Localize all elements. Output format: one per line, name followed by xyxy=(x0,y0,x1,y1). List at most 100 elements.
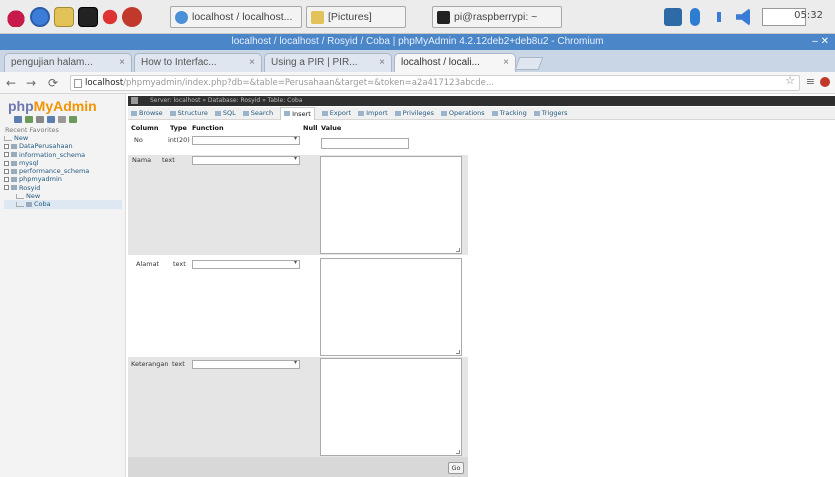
expand-icon[interactable] xyxy=(4,143,9,149)
collapse-nav-icon[interactable] xyxy=(131,97,138,104)
value-textarea[interactable] xyxy=(320,358,462,456)
tab-triggers[interactable]: Triggers xyxy=(533,109,568,117)
tab-insert[interactable]: Insert xyxy=(280,106,315,120)
expand-icon[interactable] xyxy=(4,177,9,183)
terminal-icon xyxy=(437,10,450,24)
bookmark-star-icon[interactable]: ☆ xyxy=(785,74,795,87)
go-button[interactable]: Go xyxy=(448,462,464,474)
file-manager-icon[interactable] xyxy=(54,7,74,27)
table-icon xyxy=(26,202,32,208)
new-tab-button[interactable] xyxy=(514,57,544,70)
tab-tracking[interactable]: Tracking xyxy=(491,109,527,117)
tree-item-phpmyadmin[interactable]: phpmyadmin xyxy=(4,175,122,183)
resize-handle[interactable] xyxy=(456,450,460,454)
window-controls[interactable]: – ✕ xyxy=(812,34,829,50)
docs-icon[interactable] xyxy=(47,116,55,123)
wolfram-icon[interactable] xyxy=(100,7,120,27)
database-icon xyxy=(11,185,17,191)
browser-tab[interactable]: Using a PIR | PIR... × xyxy=(264,53,392,72)
browser-tab-active[interactable]: localhost / locali... × xyxy=(394,53,516,72)
close-icon[interactable]: × xyxy=(119,57,125,68)
browser-tab[interactable]: How to Interfac... × xyxy=(134,53,262,72)
tab-label: Operations xyxy=(448,109,485,117)
mathematica-icon[interactable] xyxy=(122,7,142,27)
function-select[interactable] xyxy=(192,155,300,165)
tree-item-dataperusahaan[interactable]: DataPerusahaan xyxy=(4,142,122,150)
structure-icon xyxy=(169,110,176,116)
desktop-taskbar: localhost / localhost... [Pictures] pi@r… xyxy=(0,0,835,34)
expand-icon[interactable] xyxy=(4,152,9,158)
breadcrumb-text[interactable]: Server: localhost » Database: Rosyid » T… xyxy=(150,97,302,104)
browser-menu-icon[interactable]: ≡ xyxy=(806,75,815,88)
tree-item-label: mysql xyxy=(19,158,39,167)
import-icon xyxy=(358,110,365,116)
close-icon[interactable]: × xyxy=(249,57,255,68)
settings-icon[interactable] xyxy=(58,116,66,123)
database-icon xyxy=(11,177,17,183)
expand-icon[interactable] xyxy=(4,168,9,174)
web-browser-icon[interactable] xyxy=(30,7,50,27)
reload-icon[interactable]: ⟳ xyxy=(48,76,58,90)
query-window-icon[interactable] xyxy=(36,116,44,123)
tree-item-rosyid[interactable]: Rosyid xyxy=(4,184,122,192)
function-select[interactable] xyxy=(192,259,300,269)
forward-icon[interactable]: → xyxy=(26,76,36,90)
close-icon[interactable]: × xyxy=(379,57,385,68)
tree-item-new[interactable]: New xyxy=(4,134,122,142)
taskbar-file-manager-window[interactable]: [Pictures] xyxy=(306,6,406,28)
tab-search[interactable]: Search xyxy=(242,109,274,117)
recent-favorites-tabs[interactable]: Recent Favorites xyxy=(5,126,59,134)
value-textarea[interactable] xyxy=(320,156,462,254)
value-textarea[interactable] xyxy=(320,258,462,356)
folder-icon xyxy=(311,10,324,24)
tree-item-label: New xyxy=(26,192,41,201)
terminal-icon[interactable] xyxy=(78,7,98,27)
raspberry-menu-icon[interactable] xyxy=(6,7,26,27)
tab-structure[interactable]: Structure xyxy=(169,109,208,117)
extension-icon[interactable] xyxy=(820,77,830,87)
tab-privileges[interactable]: Privileges xyxy=(394,109,434,117)
tab-import[interactable]: Import xyxy=(358,109,388,117)
collapse-icon[interactable] xyxy=(4,185,9,191)
phpmyadmin-logo[interactable]: phpMyAdmin xyxy=(8,98,97,114)
tab-title: localhost / locali... xyxy=(401,57,480,68)
value-input[interactable] xyxy=(321,138,409,149)
header-null: Null xyxy=(303,124,318,132)
bluetooth-icon[interactable] xyxy=(690,8,700,26)
address-bar[interactable]: localhost/phpmyadmin/index.php?db=&table… xyxy=(70,75,800,91)
browser-tab[interactable]: pengujian halam... × xyxy=(4,53,132,72)
wifi-icon[interactable] xyxy=(710,8,728,26)
tab-label: Browse xyxy=(139,109,163,117)
reload-nav-icon[interactable] xyxy=(69,116,77,123)
tab-label: Privileges xyxy=(402,109,434,117)
tree-item-performance-schema[interactable]: performance_schema xyxy=(4,167,122,175)
taskbar-chromium-window[interactable]: localhost / localhost... xyxy=(170,6,302,28)
tab-operations[interactable]: Operations xyxy=(440,109,485,117)
resize-handle[interactable] xyxy=(456,350,460,354)
task-label: [Pictures] xyxy=(328,11,372,23)
tab-label: Tracking xyxy=(499,109,527,117)
tab-export[interactable]: Export xyxy=(321,109,351,117)
tree-item-coba[interactable]: Coba xyxy=(4,200,122,209)
function-select[interactable] xyxy=(192,359,300,369)
tab-browse[interactable]: Browse xyxy=(131,109,163,117)
home-icon[interactable] xyxy=(14,116,22,123)
resize-handle[interactable] xyxy=(456,248,460,252)
volume-icon[interactable] xyxy=(736,8,750,26)
taskbar-terminal-window[interactable]: pi@raspberrypi: ~ xyxy=(432,6,562,28)
tab-sql[interactable]: SQL xyxy=(214,109,236,117)
tree-item-new-table[interactable]: New xyxy=(4,192,122,200)
logout-icon[interactable] xyxy=(25,116,33,123)
expand-icon[interactable] xyxy=(4,160,9,166)
vnc-icon[interactable] xyxy=(664,8,682,26)
field-row-nama: Nama text xyxy=(128,155,468,255)
tree-item-information-schema[interactable]: information_schema xyxy=(4,151,122,159)
function-select[interactable] xyxy=(192,135,300,145)
back-icon[interactable]: ← xyxy=(6,76,16,90)
close-icon[interactable]: × xyxy=(503,57,509,68)
tab-label: Structure xyxy=(177,109,208,117)
tree-item-mysql[interactable]: mysql xyxy=(4,159,122,167)
database-tree: New DataPerusahaan information_schema my… xyxy=(4,134,122,209)
tab-label: Search xyxy=(250,109,274,117)
column-name: Keterangan xyxy=(131,360,169,368)
